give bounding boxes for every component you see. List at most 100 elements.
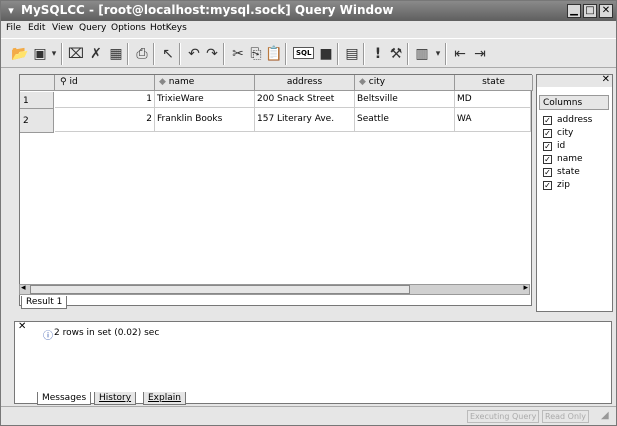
key-icon: ⚲ [60, 77, 67, 87]
stop-icon[interactable]: ■ [317, 45, 335, 63]
table-cell[interactable]: WA [455, 108, 531, 132]
column-label: city [368, 77, 386, 87]
table-icon[interactable]: ▤ [343, 45, 361, 63]
copy-icon[interactable]: ⎘ [247, 45, 265, 63]
column-checkbox-label: name [557, 154, 583, 164]
info-icon: ⓘ [43, 331, 53, 342]
toolbar-separator [445, 43, 447, 65]
tab-result-1[interactable]: Result 1 [21, 296, 68, 309]
checkmark-icon[interactable]: ✓ [543, 168, 552, 177]
cursor-icon[interactable]: ↖ [159, 45, 177, 63]
toolbar: 📂 ▣ ▾ ⌧ ✗ ▦ ⎙ ↖ ↶ ↷ ✂ ⎘ 📋 SQL ■ ▤ ! ⚒ ▥ … [1, 38, 616, 68]
toolbar-separator [179, 43, 181, 65]
menu-options[interactable]: Options [111, 23, 146, 33]
table-cell[interactable]: 200 Snack Street [255, 91, 355, 108]
menu-view[interactable]: View [52, 23, 73, 33]
toolbar-separator [337, 43, 339, 65]
close-icon[interactable]: ✕ [18, 321, 26, 332]
message-text: 2 rows in set (0.02) sec [54, 328, 160, 338]
cut-table-icon[interactable]: ⌧ [67, 45, 85, 63]
toolbar-separator [61, 43, 63, 65]
row-number[interactable]: 1 [20, 92, 54, 109]
panel-titlebar: ✕ [537, 74, 612, 87]
grid-icon[interactable]: ▦ [107, 45, 125, 63]
horizontal-scrollbar[interactable]: ◂ ▸ [19, 283, 530, 295]
toolbar-separator [285, 43, 287, 65]
prev-icon[interactable]: ⇤ [451, 45, 469, 63]
toolbar-separator [407, 43, 409, 65]
close-icon[interactable]: ✕ [602, 74, 610, 85]
column-header-id[interactable]: ⚲ id [55, 75, 155, 91]
table-cell[interactable]: Franklin Books [155, 108, 255, 132]
menu-query[interactable]: Query [79, 23, 106, 33]
status-readonly: Read Only [542, 410, 589, 423]
diamond-icon: ◆ [159, 77, 166, 87]
cut-icon[interactable]: ✂ [229, 45, 247, 63]
chevron-down-icon[interactable]: ▾ [4, 3, 18, 18]
column-checkbox-label: zip [557, 180, 570, 190]
column-label: state [482, 77, 505, 87]
columns-panel: ✕ Columns ✓ address ✓ city ✓ id ✓ name ✓ stat… [536, 74, 613, 312]
open-icon[interactable]: 📂 [11, 45, 29, 63]
table-cell[interactable]: TrixieWare [155, 91, 255, 108]
toolbar-separator [153, 43, 155, 65]
tab-explain[interactable]: Explain [143, 392, 186, 405]
results-grid: ⚲ id ◆ name address ◆ city state 1 1 Tri… [19, 74, 533, 306]
scroll-left-icon[interactable]: ◂ [21, 283, 26, 293]
grid-corner [20, 75, 55, 91]
checkmark-icon[interactable]: ✓ [543, 129, 552, 138]
undo-icon[interactable]: ↶ [185, 45, 203, 63]
column-label: name [168, 77, 195, 87]
column-checkbox-address[interactable]: ✓ address [543, 115, 592, 126]
delete-icon[interactable]: ✗ [87, 45, 105, 63]
scroll-right-icon[interactable]: ▸ [523, 283, 528, 293]
close-button[interactable]: ✕ [599, 4, 613, 18]
tab-messages[interactable]: Messages [37, 392, 92, 405]
column-label: address [286, 77, 323, 87]
table-cell[interactable]: Seattle [355, 108, 455, 132]
menu-bar: File Edit View Query Options HotKeys [1, 21, 616, 37]
title-bar[interactable]: ▾ MySQLCC - [root@localhost:mysql.sock] … [1, 1, 616, 21]
table-cell[interactable]: MD [455, 91, 531, 108]
column-checkbox-name[interactable]: ✓ name [543, 154, 583, 165]
print-icon[interactable]: ⎙ [133, 45, 151, 63]
tab-history[interactable]: History [94, 392, 137, 405]
table-cell[interactable]: 157 Literary Ave. [255, 108, 355, 132]
column-checkbox-city[interactable]: ✓ city [543, 128, 573, 139]
minimize-button[interactable]: ▁ [567, 4, 581, 18]
checkmark-icon[interactable]: ✓ [543, 142, 552, 151]
paste-icon[interactable]: 📋 [265, 45, 283, 63]
query-window: ▾ MySQLCC - [root@localhost:mysql.sock] … [0, 0, 617, 426]
column-checkbox-id[interactable]: ✓ id [543, 141, 565, 152]
column-header-name[interactable]: ◆ name [155, 75, 255, 91]
next-icon[interactable]: ⇥ [471, 45, 489, 63]
column-header-city[interactable]: ◆ city [355, 75, 455, 91]
scrollbar-thumb[interactable] [30, 285, 410, 294]
table-cell[interactable]: Beltsville [355, 91, 455, 108]
maximize-button[interactable]: □ [583, 4, 597, 18]
table-cell[interactable]: 2 [55, 108, 155, 132]
column-header-state[interactable]: state [455, 75, 533, 91]
column-checkbox-state[interactable]: ✓ state [543, 167, 580, 178]
column-checkbox-label: id [557, 141, 566, 151]
execute-icon[interactable]: ! [369, 45, 387, 63]
resize-grip-icon[interactable]: ◢ [601, 410, 609, 421]
window-title: MySQLCC - [root@localhost:mysql.sock] Qu… [21, 3, 394, 17]
checkmark-icon[interactable]: ✓ [543, 116, 552, 125]
explain-icon[interactable]: ⚒ [387, 45, 405, 63]
column-label: id [69, 77, 78, 87]
menu-file[interactable]: File [6, 23, 21, 33]
checkmark-icon[interactable]: ✓ [543, 155, 552, 164]
table-cell[interactable]: 1 [55, 91, 155, 108]
menu-hotkeys[interactable]: HotKeys [150, 23, 187, 33]
column-header-address[interactable]: address [255, 75, 355, 91]
sql-icon[interactable]: SQL [293, 47, 315, 59]
menu-edit[interactable]: Edit [28, 23, 45, 33]
checkmark-icon[interactable]: ✓ [543, 181, 552, 190]
toolbar-separator [127, 43, 129, 65]
redo-icon[interactable]: ↷ [203, 45, 221, 63]
status-bar: Executing Query Read Only ◢ [1, 406, 616, 425]
column-checkbox-label: city [557, 128, 574, 138]
row-number[interactable]: 2 [20, 109, 54, 133]
column-checkbox-zip[interactable]: ✓ zip [543, 180, 570, 191]
